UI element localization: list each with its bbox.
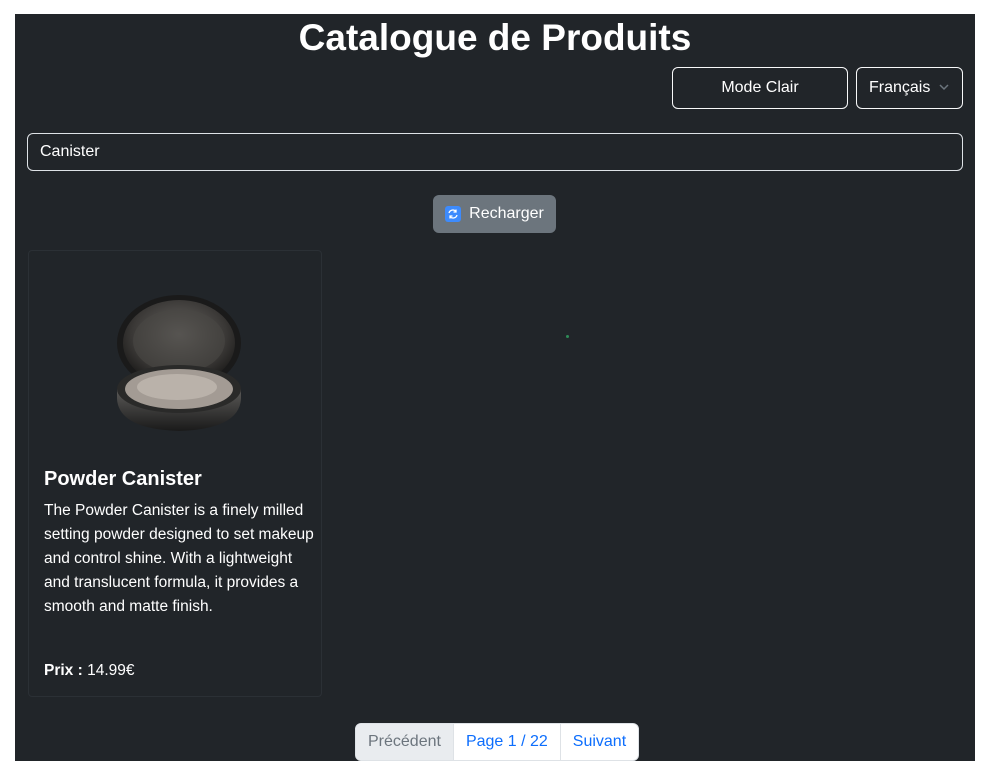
search-input[interactable]: Canister — [27, 133, 963, 171]
product-description: The Powder Canister is a finely milled s… — [44, 502, 314, 615]
reload-icon — [445, 206, 462, 222]
product-card[interactable]: Powder Canister The Powder Canister is a… — [28, 250, 322, 697]
powder-compact-image — [117, 295, 241, 431]
language-select[interactable]: Français — [856, 67, 963, 109]
next-page-button[interactable]: Suivant — [559, 724, 638, 760]
price-label: Prix : — [44, 662, 83, 679]
reload-button[interactable]: Recharger — [433, 195, 556, 233]
app-container: Catalogue de Produits Mode Clair Françai… — [15, 14, 975, 761]
product-name: Powder Canister — [44, 468, 202, 490]
pagination: Précédent Page 1 / 22 Suivant — [355, 723, 640, 761]
chevron-down-icon — [939, 84, 949, 91]
language-select-value: Français — [869, 79, 931, 96]
reload-button-label: Recharger — [469, 205, 544, 222]
search-input-value: Canister — [40, 143, 100, 160]
previous-page-button[interactable]: Précédent — [356, 724, 453, 760]
loading-dot — [566, 335, 569, 338]
page-title: Catalogue de Produits — [298, 17, 692, 58]
price-value: 14.99€ — [87, 662, 135, 679]
theme-toggle-button[interactable]: Mode Clair — [672, 67, 848, 109]
page-indicator[interactable]: Page 1 / 22 — [452, 724, 560, 760]
product-price: Prix : 14.99€ — [44, 661, 135, 681]
